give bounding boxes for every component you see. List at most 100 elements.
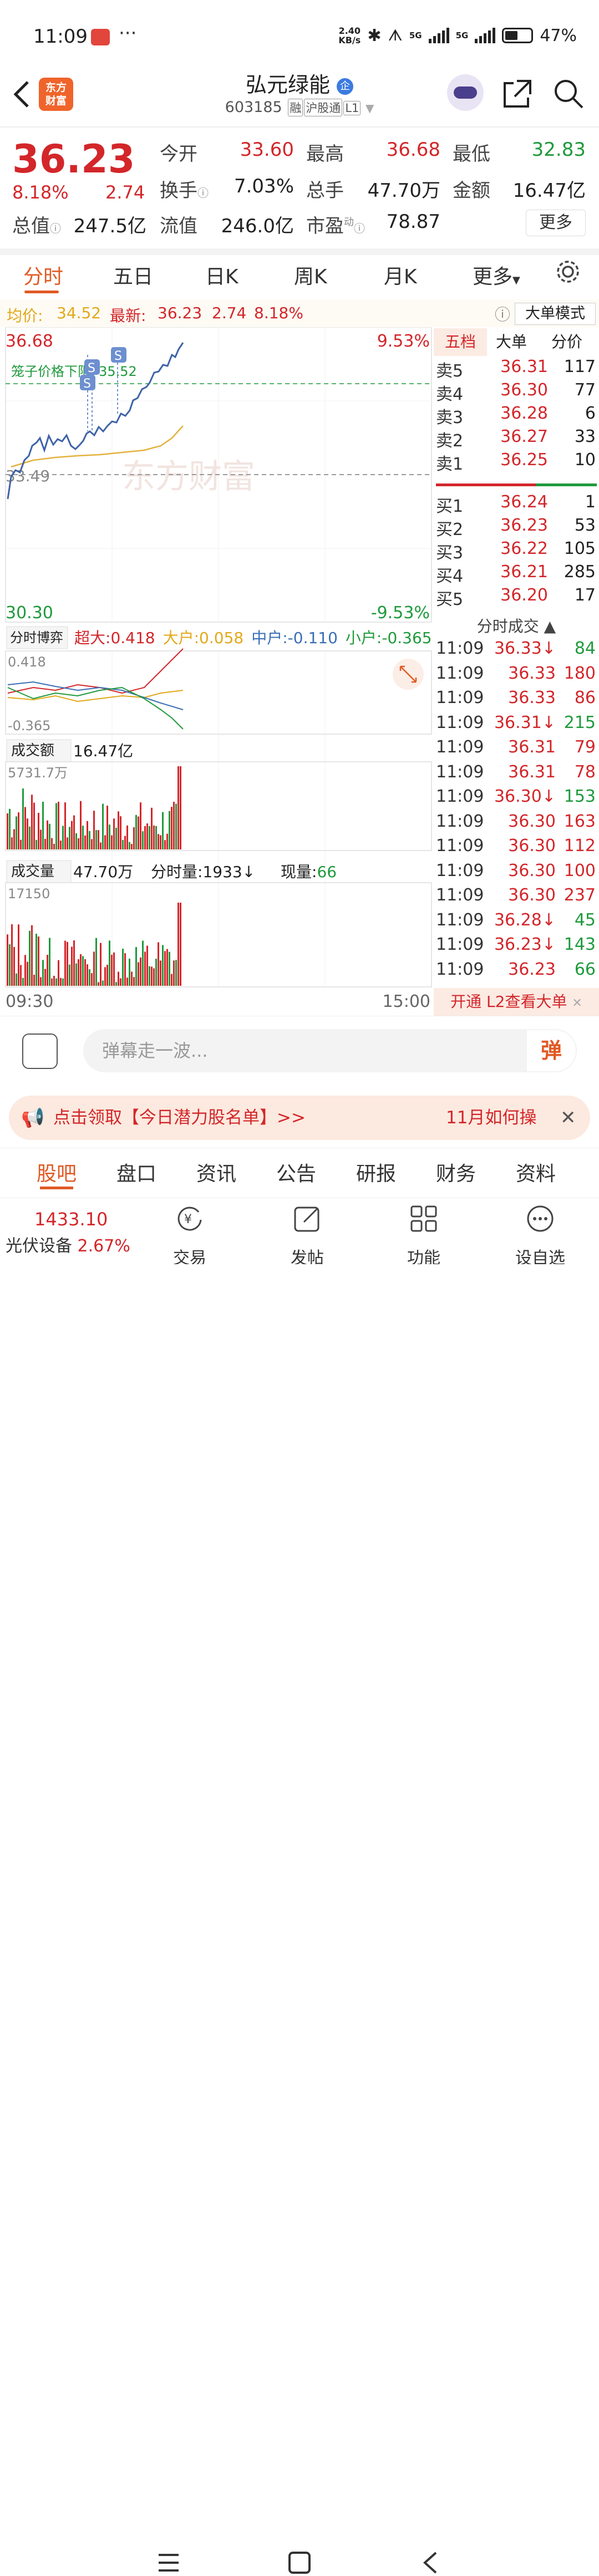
- bid-row[interactable]: 买3 36.22 105: [434, 539, 599, 563]
- high-value: 36.68: [386, 139, 440, 161]
- volume-bar: [98, 982, 99, 986]
- danmu-toggle-button[interactable]: 弹: [526, 1029, 577, 1072]
- network-speed: 2.40 KB/s: [338, 26, 361, 45]
- volume-bar: [140, 802, 141, 849]
- volume-bar: [166, 833, 168, 849]
- volume-bar: [109, 824, 110, 849]
- network-type-2: 5G: [455, 30, 469, 40]
- more-button[interactable]: 更多: [526, 210, 586, 236]
- tab-five-levels[interactable]: 五档: [434, 328, 487, 356]
- volume-bar: [18, 924, 19, 986]
- svg-text:¥: ¥: [184, 1213, 192, 1226]
- float-cap-value: 246.0亿: [221, 215, 294, 237]
- big-order-mode-button[interactable]: 大单模式: [515, 303, 596, 325]
- volume-bar: [53, 975, 55, 986]
- volume-bar: [47, 955, 48, 986]
- dropdown-icon: ▼: [365, 101, 374, 115]
- volume-bar: [73, 940, 75, 986]
- volume-bar: [149, 966, 150, 986]
- volume-bar: [118, 971, 119, 986]
- volume-bar: [133, 827, 135, 849]
- tab-intraday[interactable]: 分时: [23, 261, 63, 289]
- tab-price-dist[interactable]: 分价: [551, 328, 582, 356]
- trade-row: 11:09 36.23↓ 143: [436, 935, 596, 954]
- tab-five-day[interactable]: 五日: [113, 261, 153, 289]
- settings-gear-icon[interactable]: [555, 258, 581, 285]
- volume-bar: [13, 946, 15, 986]
- tab-big-orders[interactable]: 大单: [496, 328, 527, 356]
- tab-profile[interactable]: 资料: [516, 1158, 556, 1187]
- volume-bar: [78, 838, 79, 849]
- bid-row[interactable]: 买4 36.21 285: [434, 562, 599, 586]
- trade-row: 11:09 36.33↓ 84: [436, 639, 596, 658]
- search-icon[interactable]: [552, 78, 585, 110]
- tab-finance[interactable]: 财务: [436, 1158, 476, 1187]
- volume-bar: [20, 839, 22, 849]
- intraday-chart[interactable]: 东方财富 36.68 30.30 9.53% -9.53% 33.49 笼子价格…: [0, 327, 433, 1015]
- volume-bar: [82, 826, 84, 849]
- bid-row[interactable]: 买5 36.20 17: [434, 586, 599, 609]
- ask-row[interactable]: 卖3 36.28 6: [434, 404, 599, 427]
- volume-bar: [177, 903, 179, 986]
- ask-row[interactable]: 卖5 36.31 117: [434, 357, 599, 381]
- volume-bar: [60, 841, 62, 849]
- tab-announcements[interactable]: 公告: [276, 1158, 316, 1187]
- volume-bar: [75, 963, 77, 986]
- volume-bar: [160, 960, 161, 986]
- menu-icon[interactable]: [156, 2552, 181, 2574]
- tab-weekly-k[interactable]: 周K: [294, 261, 327, 289]
- bid-row[interactable]: 买2 36.23 53: [434, 516, 599, 539]
- flow-dropdown: 分时博弈: [10, 630, 63, 645]
- volume-bar: [93, 951, 95, 986]
- avg-price-bar: 均价: 34.52 最新: 36.23 2.74 8.18% ⓘ: [0, 299, 599, 327]
- volume-bar: [44, 838, 46, 849]
- tab-monthly-k[interactable]: 月K: [384, 261, 417, 289]
- tab-research[interactable]: 研报: [356, 1158, 396, 1187]
- home-icon[interactable]: [287, 2550, 312, 2575]
- trades-title[interactable]: 分时成交 ▲: [434, 614, 599, 637]
- l2-upgrade-banner[interactable]: 开通 L2查看大单 ✕: [434, 988, 599, 1016]
- robot-assistant-icon[interactable]: [447, 74, 484, 111]
- banner-right-text: 11月如何操: [446, 1108, 537, 1128]
- volume-bar: [13, 829, 15, 849]
- add-watchlist-icon[interactable]: [525, 1203, 556, 1234]
- trade-row: 11:09 36.30 163: [436, 811, 596, 831]
- volume-bar: [22, 788, 24, 849]
- danmu-settings-icon[interactable]: [22, 1034, 58, 1069]
- back-nav-icon[interactable]: [419, 2549, 441, 2576]
- volume-bar: [82, 956, 84, 986]
- volume-bar: [71, 946, 73, 986]
- close-icon[interactable]: ✕: [560, 1096, 576, 1140]
- tab-forum[interactable]: 股吧: [37, 1158, 77, 1187]
- trade-row: 11:09 36.31 79: [436, 737, 596, 757]
- volume-bar: [115, 982, 117, 986]
- tab-daily-k[interactable]: 日K: [205, 261, 238, 289]
- ask-row[interactable]: 卖2 36.27 33: [434, 427, 599, 451]
- tab-more[interactable]: 更多▼: [473, 261, 520, 289]
- volume-bar: [151, 966, 153, 986]
- volume-bar: [16, 973, 17, 986]
- order-book: 五档 大单 分价 卖5 36.31 117 卖4 36.30 77 卖3 36.28 6 卖2 36…: [434, 328, 599, 1015]
- volume-bar: [180, 766, 181, 849]
- functions-icon[interactable]: [408, 1203, 439, 1234]
- promo-banner[interactable]: 📢 点击领取【今日潜力股名单】>> 11月如何操 ✕: [9, 1096, 590, 1140]
- bid-row[interactable]: 买1 36.24 1: [434, 492, 599, 516]
- ask-row[interactable]: 卖4 36.30 77: [434, 380, 599, 404]
- trade-icon[interactable]: ¥: [174, 1203, 205, 1234]
- sector-index-value[interactable]: 1433.10: [34, 1209, 108, 1230]
- pe-label: 市盈动ⓘ: [306, 215, 365, 237]
- tab-news[interactable]: 资讯: [196, 1158, 236, 1187]
- volume-dropdown: 成交量: [11, 863, 54, 880]
- volume-bar: [27, 818, 28, 849]
- volume-bar: [55, 803, 57, 849]
- sector-name[interactable]: 光伏设备 2.67%: [6, 1232, 130, 1256]
- expand-icon: [393, 659, 424, 690]
- danmu-input[interactable]: 弹幕走一波...: [83, 1029, 577, 1072]
- ask-row[interactable]: 卖1 36.25 10: [434, 450, 599, 474]
- volume-bar: [111, 835, 113, 849]
- volume-bar: [60, 978, 62, 986]
- volume-bar: [111, 954, 113, 986]
- share-icon[interactable]: [501, 78, 534, 110]
- post-icon[interactable]: [292, 1203, 323, 1234]
- tab-orderbook[interactable]: 盘口: [116, 1158, 156, 1187]
